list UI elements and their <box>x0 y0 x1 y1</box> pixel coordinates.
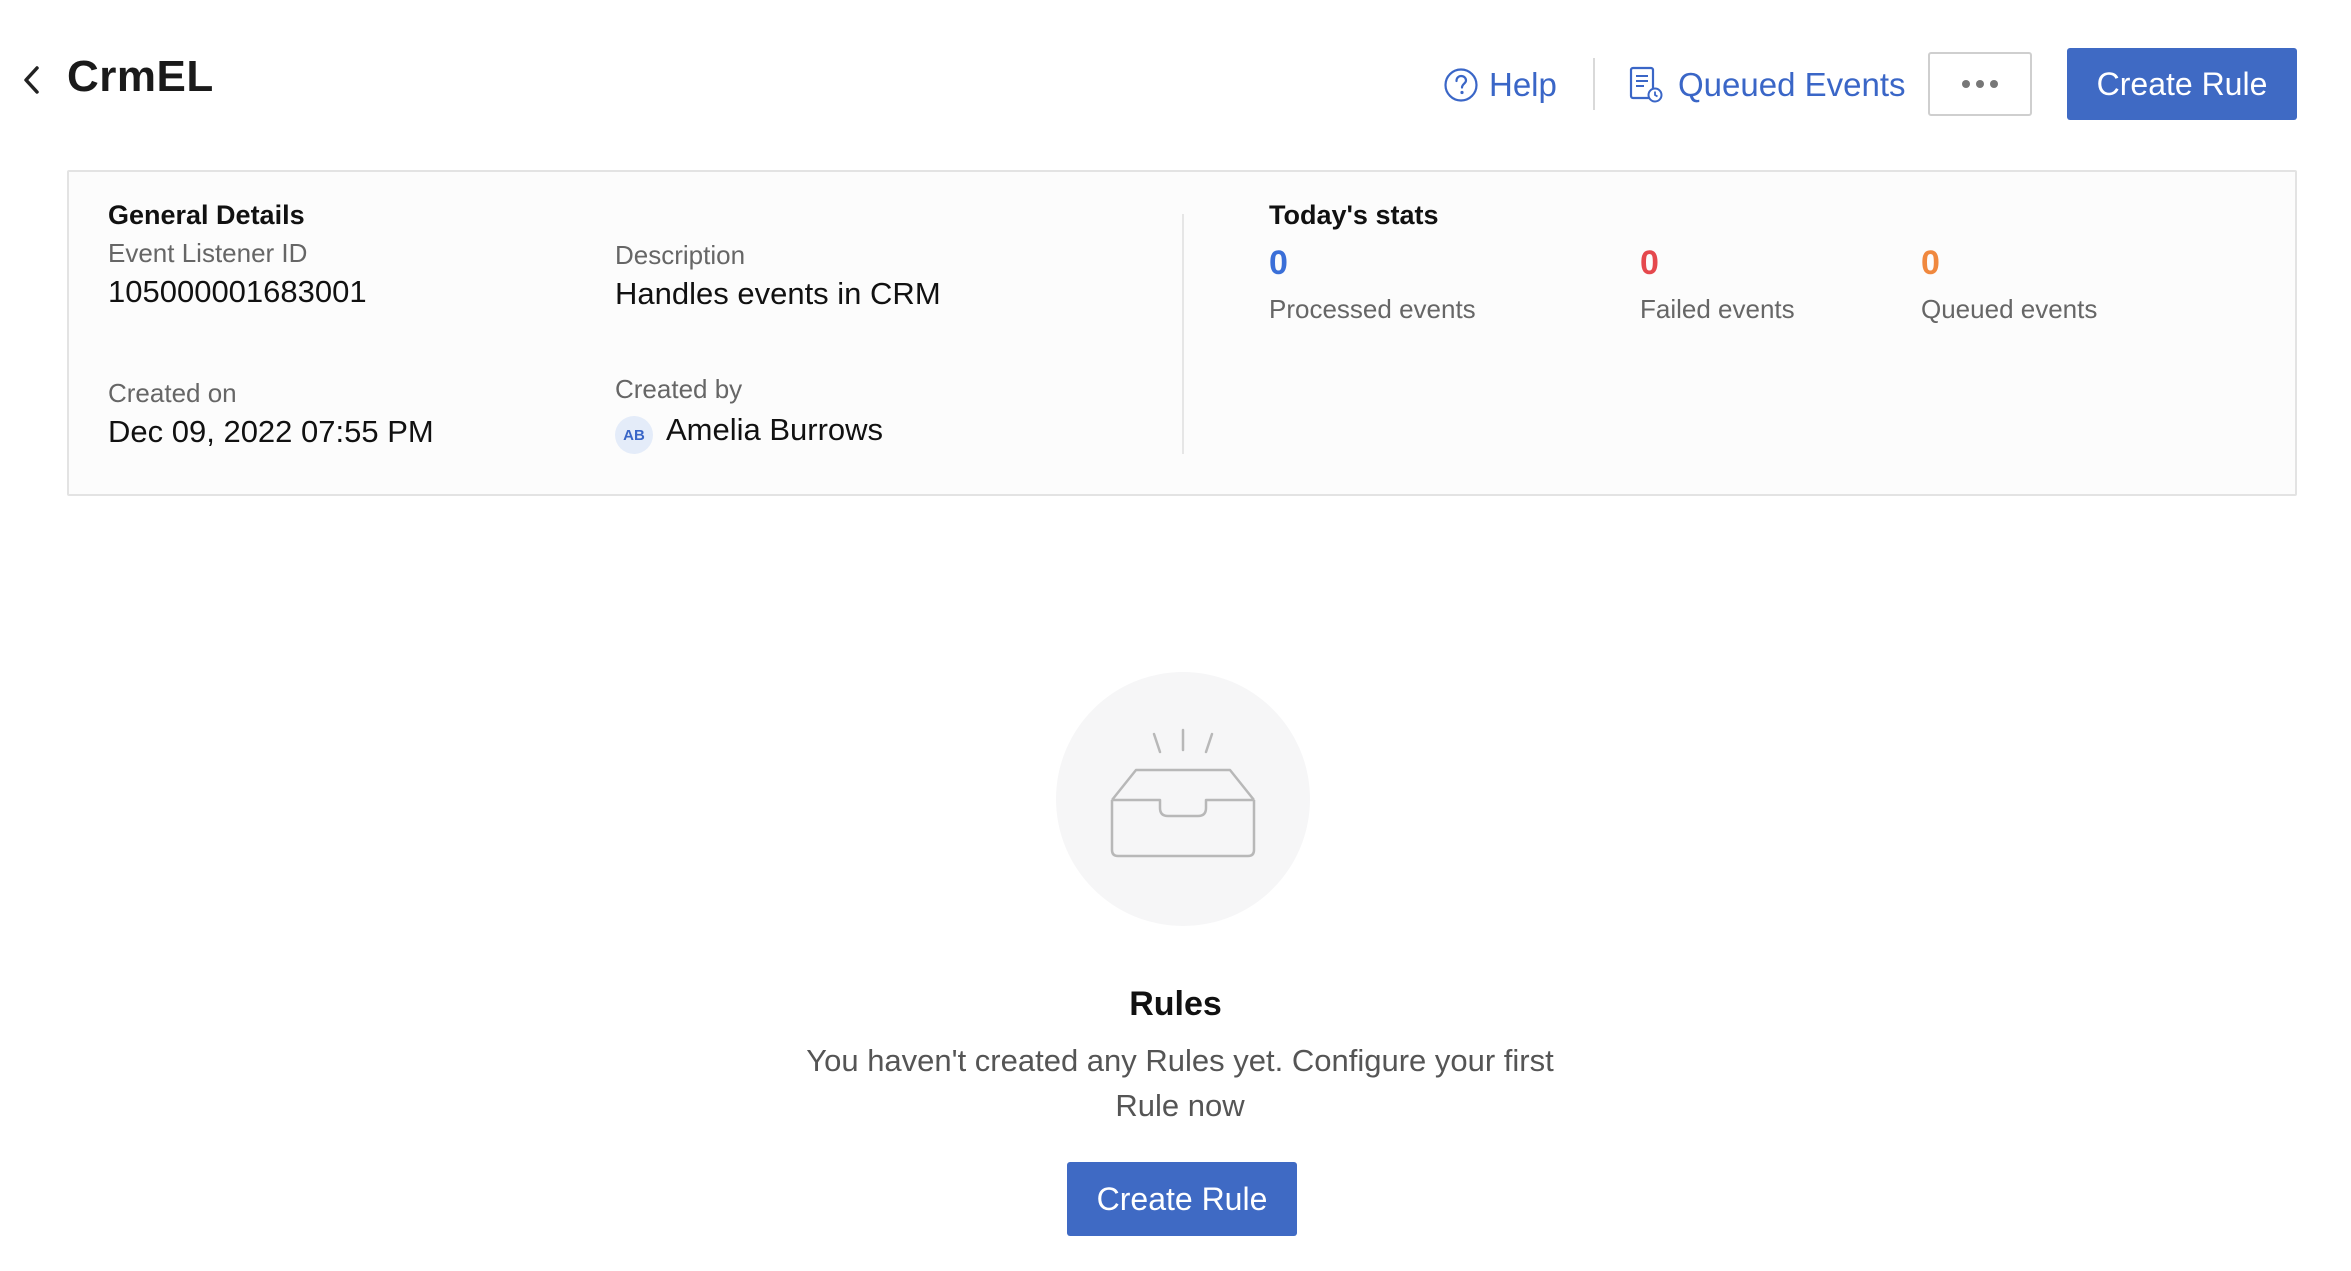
queued-events-label: Queued Events <box>1678 66 1906 103</box>
processed-events-label: Processed events <box>1269 294 1476 324</box>
created-on-label: Created on <box>108 378 237 408</box>
failed-events-label: Failed events <box>1640 294 1795 324</box>
description-value: Handles events in CRM <box>615 276 941 311</box>
help-circle-icon <box>1444 68 1478 102</box>
card-divider <box>1182 214 1184 454</box>
header-divider <box>1593 58 1595 110</box>
created-by-label: Created by <box>615 374 743 404</box>
help-link[interactable]: Help <box>1443 60 1557 110</box>
empty-state-illustration <box>1056 672 1310 926</box>
queued-events-stat-label: Queued events <box>1921 294 2098 324</box>
empty-state-description: You haven't created any Rules yet. Confi… <box>806 1043 1554 1123</box>
description-label: Description <box>615 240 746 270</box>
more-options-button[interactable] <box>1928 52 2032 116</box>
create-rule-empty-button[interactable]: Create Rule <box>1067 1162 1297 1236</box>
general-details-title: General Details <box>108 200 305 230</box>
back-button[interactable] <box>14 60 50 100</box>
avatar: AB <box>615 416 653 454</box>
more-dot <box>1976 80 1984 88</box>
created-on-value: Dec 09, 2022 07:55 PM <box>108 414 434 449</box>
page-title: CrmEL <box>67 52 214 101</box>
empty-state-title: Rules <box>1129 985 1222 1023</box>
queued-events-link[interactable]: Queued Events <box>1628 60 1906 110</box>
empty-inbox-icon <box>1110 728 1256 858</box>
more-dot <box>1990 80 1998 88</box>
failed-events-count: 0 <box>1640 244 1659 282</box>
help-label: Help <box>1489 66 1557 103</box>
page-header: CrmEL Help Queued Events Create Rule <box>0 0 2351 160</box>
processed-events-count: 0 <box>1269 244 1288 282</box>
chevron-left-icon <box>24 66 39 94</box>
todays-stats-title: Today's stats <box>1269 200 1439 230</box>
created-by-value: Amelia Burrows <box>666 412 884 447</box>
queued-document-icon <box>1629 66 1663 103</box>
event-listener-id-value: 105000001683001 <box>108 274 367 309</box>
create-rule-button[interactable]: Create Rule <box>2067 48 2297 120</box>
more-dot <box>1962 80 1970 88</box>
queued-events-count: 0 <box>1921 244 1940 282</box>
details-card: General Details Event Listener ID 105000… <box>67 170 2297 496</box>
event-listener-id-label: Event Listener ID <box>108 238 308 268</box>
